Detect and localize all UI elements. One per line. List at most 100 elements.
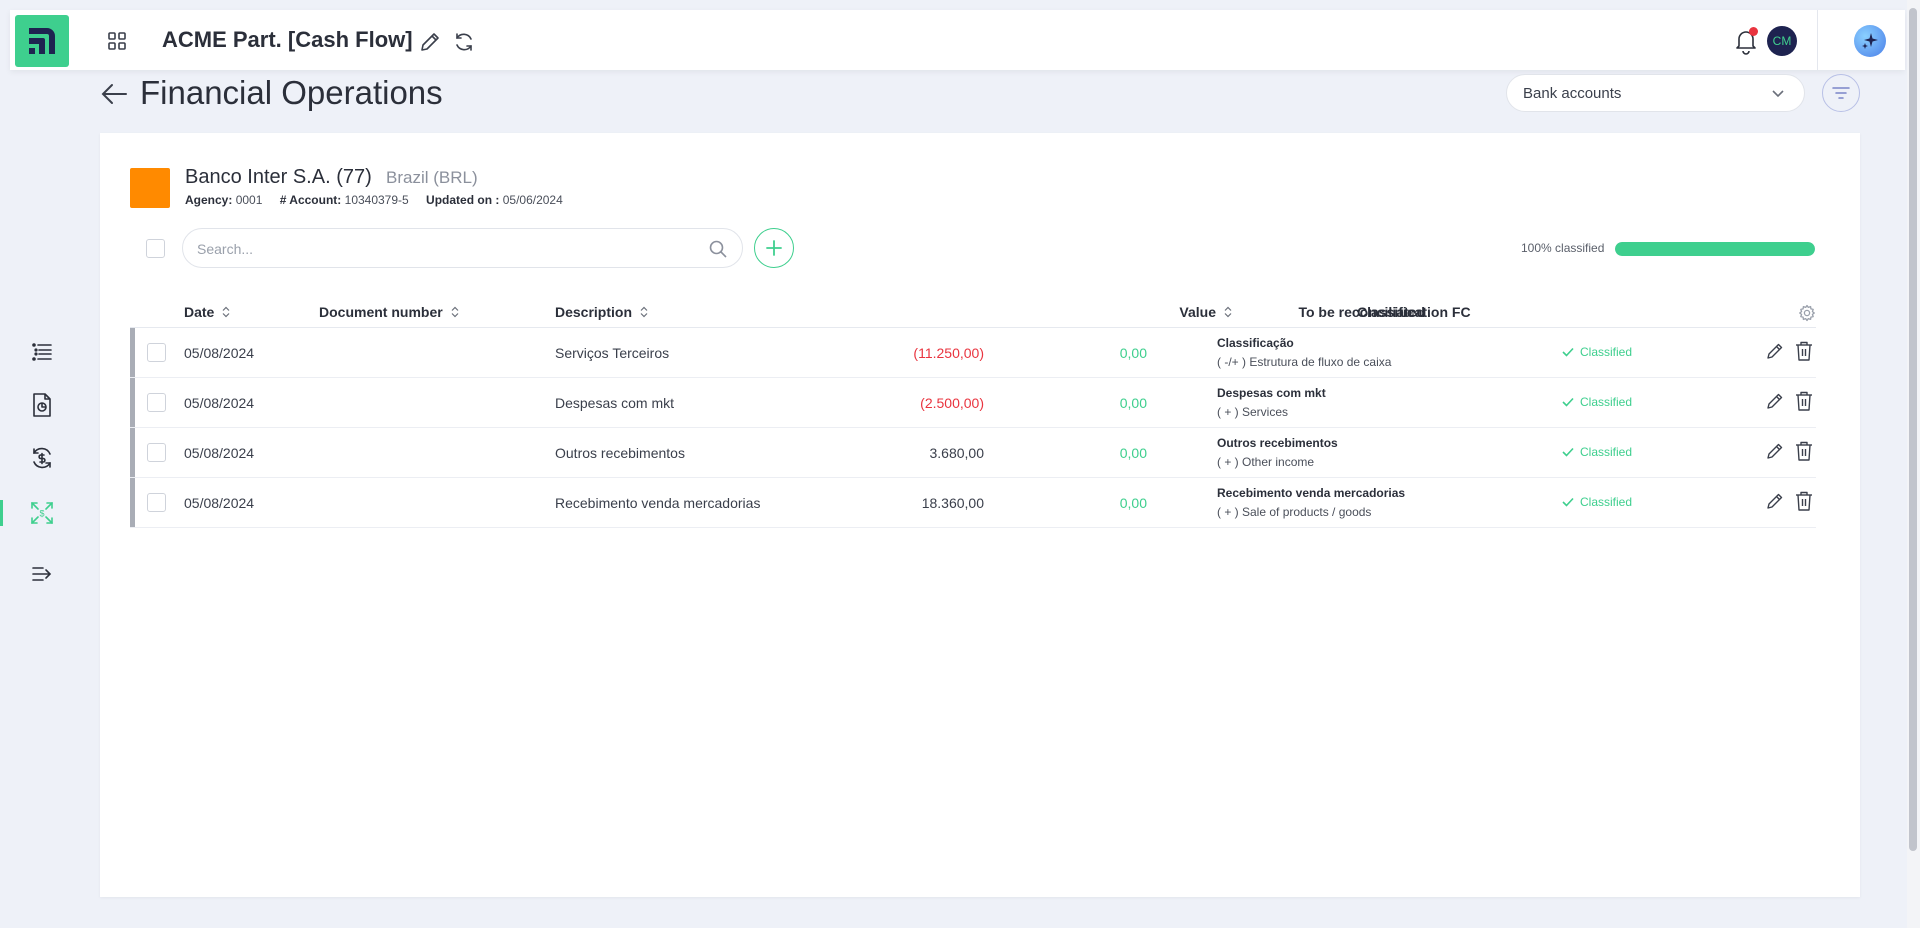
row-to-be-reconciliated: 0,00 [1119,345,1147,361]
agency-value: 0001 [235,193,263,207]
bank-color-swatch [130,168,170,208]
row-delete-trash-icon[interactable] [1794,490,1814,512]
row-edit-pencil-icon[interactable] [1765,491,1785,511]
row-edit-pencil-icon[interactable] [1765,341,1785,361]
filter-button[interactable] [1822,74,1860,112]
bank-accounts-select[interactable]: Bank accounts [1506,74,1805,112]
topbar-divider [1817,10,1818,70]
row-status-bar [130,328,135,377]
row-status-bar [130,378,135,427]
table-row[interactable]: 05/08/2024 Serviços Terceiros (11.250,00… [130,328,1816,378]
column-header-date[interactable]: Date [184,304,230,320]
column-classification-label: Classification FC [1357,304,1471,320]
row-date: 05/08/2024 [184,495,255,511]
back-arrow-icon[interactable] [100,80,130,108]
scrollbar-thumb[interactable] [1909,8,1917,851]
column-document-number-label: Document number [319,304,443,320]
add-operation-button[interactable] [754,228,794,268]
apps-grid-icon[interactable] [106,30,128,52]
row-status-label: Classified [1580,395,1633,409]
check-icon [1562,397,1574,407]
row-status-label: Classified [1580,345,1633,359]
sidebar-exchange-dollar-icon[interactable] [28,444,56,472]
classified-progress-label: 100% classified [1521,241,1605,255]
row-delete-trash-icon[interactable] [1794,340,1814,362]
search-box [182,228,743,268]
page-title: Financial Operations [140,74,443,111]
bank-meta: Agency: 0001 # Account: 10340379-5 Updat… [185,193,563,207]
column-header-value[interactable]: Value [1179,304,1232,320]
check-icon [1562,347,1574,357]
row-description: Despesas com mkt [555,395,675,411]
row-delete-trash-icon[interactable] [1794,440,1814,462]
row-delete-trash-icon[interactable] [1794,390,1814,412]
account-value: 10340379-5 [344,193,409,207]
sidebar-active-indicator [0,500,3,526]
plus-icon [766,240,782,256]
row-classification-subtitle: ( + ) Services [1217,405,1289,419]
column-header-classification: Classification FC [1357,304,1471,320]
sidebar-list-icon[interactable] [28,338,56,366]
row-classification-title: Outros recebimentos [1217,436,1338,450]
sidebar-collapse-menu-icon[interactable] [28,560,56,588]
column-header-description[interactable]: Description [555,304,648,320]
classified-progress-bar [1615,242,1815,256]
updated-value: 05/06/2024 [502,193,563,207]
row-classification-title: Despesas com mkt [1217,386,1326,400]
sort-icon[interactable] [640,306,648,318]
row-value: (11.250,00) [913,345,984,361]
row-edit-pencil-icon[interactable] [1765,441,1785,461]
check-icon [1562,497,1574,507]
row-value: (2.500,00) [920,395,984,411]
row-checkbox[interactable] [147,343,166,362]
user-avatar[interactable]: CM [1767,26,1797,56]
app-logo[interactable] [15,15,69,67]
sidebar-document-chart-icon[interactable] [28,391,56,419]
agency-label: Agency: [185,193,233,207]
row-classification-title: Recebimento venda mercadorias [1217,486,1406,500]
refresh-icon[interactable] [452,30,476,54]
table-row[interactable]: 05/08/2024 Despesas com mkt (2.500,00) 0… [130,378,1816,428]
row-status-badge: Classified [1562,395,1632,409]
row-description: Serviços Terceiros [555,345,670,361]
row-date: 05/08/2024 [184,395,255,411]
bank-name: Banco Inter S.A. (77) [185,166,372,188]
row-status-label: Classified [1580,445,1633,459]
table-row[interactable]: 05/08/2024 Recebimento venda mercadorias… [130,478,1816,528]
column-date-label: Date [184,304,215,320]
row-checkbox[interactable] [147,393,166,412]
sort-icon[interactable] [1224,306,1232,318]
row-status-badge: Classified [1562,445,1632,459]
table-settings-gear-icon[interactable] [1798,304,1816,322]
column-header-document-number[interactable]: Document number [319,304,459,320]
row-description: Recebimento venda mercadorias [555,495,761,511]
row-checkbox[interactable] [147,493,166,512]
row-edit-pencil-icon[interactable] [1765,391,1785,411]
filter-icon [1832,87,1850,99]
check-icon [1562,447,1574,457]
row-date: 05/08/2024 [184,345,255,361]
row-status-badge: Classified [1562,495,1632,509]
search-input[interactable] [197,238,697,260]
sidebar-expand-arrows-icon[interactable]: $ [28,499,56,527]
classified-progress-fill [1615,242,1815,256]
edit-title-pencil-icon[interactable] [418,30,442,54]
logo-icon [29,28,55,54]
notifications-bell-icon[interactable] [1733,27,1759,55]
bank-account-card: Banco Inter S.A. (77) Brazil (BRL) Agenc… [100,133,1860,897]
bank-select-value: Bank accounts [1523,84,1622,102]
row-to-be-reconciliated: 0,00 [1119,495,1147,511]
select-all-checkbox[interactable] [146,239,165,258]
top-bar: ACME Part. [Cash Flow] CM [10,10,1905,70]
row-classification-subtitle: ( + ) Other income [1217,455,1315,469]
ai-sparkle-icon[interactable] [1854,25,1886,57]
chevron-down-icon [1770,85,1786,105]
search-icon[interactable] [708,239,728,264]
notification-dot [1749,27,1758,36]
table-row[interactable]: 05/08/2024 Outros recebimentos 3.680,00 … [130,428,1816,478]
row-checkbox[interactable] [147,443,166,462]
page-scrollbar[interactable] [1907,0,1920,928]
row-to-be-reconciliated: 0,00 [1119,395,1147,411]
sort-icon[interactable] [222,306,230,318]
sort-icon[interactable] [451,306,459,318]
